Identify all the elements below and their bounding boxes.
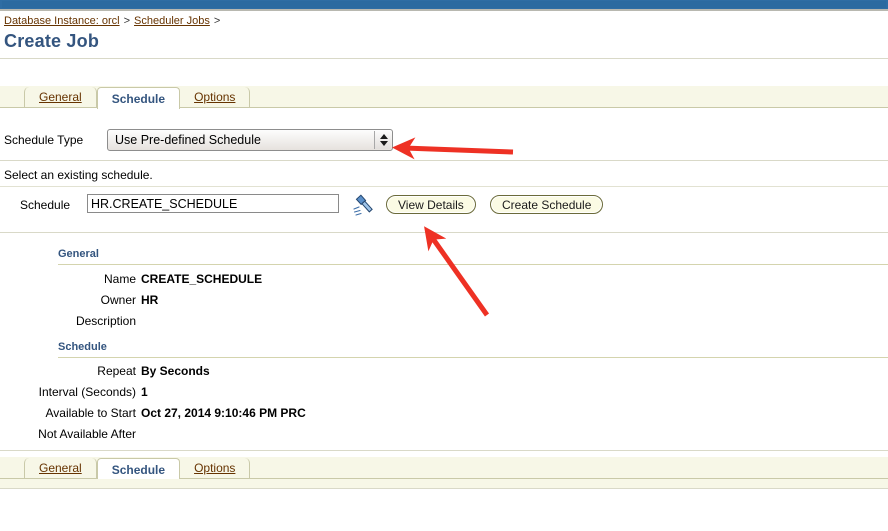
breadcrumb-item-database-instance[interactable]: Database Instance: orcl: [4, 15, 120, 27]
detail-label-name: Name: [103, 272, 136, 286]
tab-schedule-bottom[interactable]: Schedule: [96, 458, 181, 480]
tab-schedule-top[interactable]: Schedule: [96, 87, 181, 109]
detail-label-owner: Owner: [100, 293, 136, 307]
breadcrumb-item-scheduler-jobs[interactable]: Scheduler Jobs: [134, 15, 210, 27]
tab-general-bottom[interactable]: General: [24, 458, 97, 479]
schedule-type-selected-value: Use Pre-defined Schedule: [115, 133, 261, 147]
detail-value-name: CREATE_SCHEDULE: [141, 272, 263, 286]
detail-label-not-available-after: Not Available After: [38, 427, 136, 441]
divider-below-hint: [0, 186, 888, 187]
bottom-cream-strip: [0, 479, 888, 489]
tab-options-bottom[interactable]: Options: [180, 458, 251, 479]
tabbar-bottom-tabs: General Schedule Options: [24, 457, 251, 480]
breadcrumb-separator-1: >: [123, 15, 131, 27]
tabbar-top: General Schedule Options: [0, 86, 888, 109]
breadcrumb-separator-2: >: [213, 15, 221, 27]
annotation-arrows-overlay: [392, 137, 514, 317]
title-divider: [0, 58, 888, 59]
tabbar-top-tabs: General Schedule Options: [24, 86, 251, 109]
select-schedule-hint: Select an existing schedule.: [4, 168, 153, 182]
arrow-to-schedule-type-dropdown: [392, 137, 514, 160]
detail-value-owner: HR: [141, 293, 159, 307]
schedule-input[interactable]: [87, 194, 339, 213]
chevron-up-down-icon[interactable]: [374, 131, 391, 149]
page-title: Create Job: [4, 31, 100, 51]
divider-above-details: [0, 232, 888, 233]
divider-below-schedule-type: [0, 160, 888, 161]
divider-above-bottom-tabs: [0, 450, 888, 451]
detail-value-repeat: By Seconds: [141, 364, 210, 378]
detail-value-available-to-start: Oct 27, 2014 9:10:46 PM PRC: [141, 406, 306, 420]
chevron-up-glyph: [380, 134, 388, 139]
schedule-type-label: Schedule Type: [4, 133, 84, 147]
breadcrumb: Database Instance: orcl > Scheduler Jobs >: [4, 14, 224, 28]
top-blue-band-inner: [2, 1, 886, 8]
schedule-field-label: Schedule: [20, 198, 71, 212]
detail-label-repeat: Repeat: [97, 364, 136, 378]
view-details-button[interactable]: View Details: [386, 195, 476, 214]
tab-general-top[interactable]: General: [24, 87, 97, 108]
section-heading-general: General: [58, 248, 888, 265]
detail-label-available-to-start: Available to Start: [45, 406, 137, 420]
create-schedule-button[interactable]: Create Schedule: [490, 195, 604, 214]
detail-label-interval-seconds: Interval (Seconds): [38, 385, 136, 399]
tab-options-top[interactable]: Options: [180, 87, 251, 108]
flashlight-search-icon[interactable]: [352, 192, 378, 218]
detail-value-interval-seconds: 1: [141, 385, 148, 399]
chevron-down-glyph: [380, 141, 388, 146]
schedule-type-dropdown[interactable]: Use Pre-defined Schedule: [107, 129, 393, 151]
detail-label-description: Description: [75, 314, 136, 328]
top-blue-band: [0, 0, 888, 11]
tabbar-bottom: General Schedule Options: [0, 457, 888, 480]
section-heading-schedule: Schedule: [58, 341, 888, 358]
